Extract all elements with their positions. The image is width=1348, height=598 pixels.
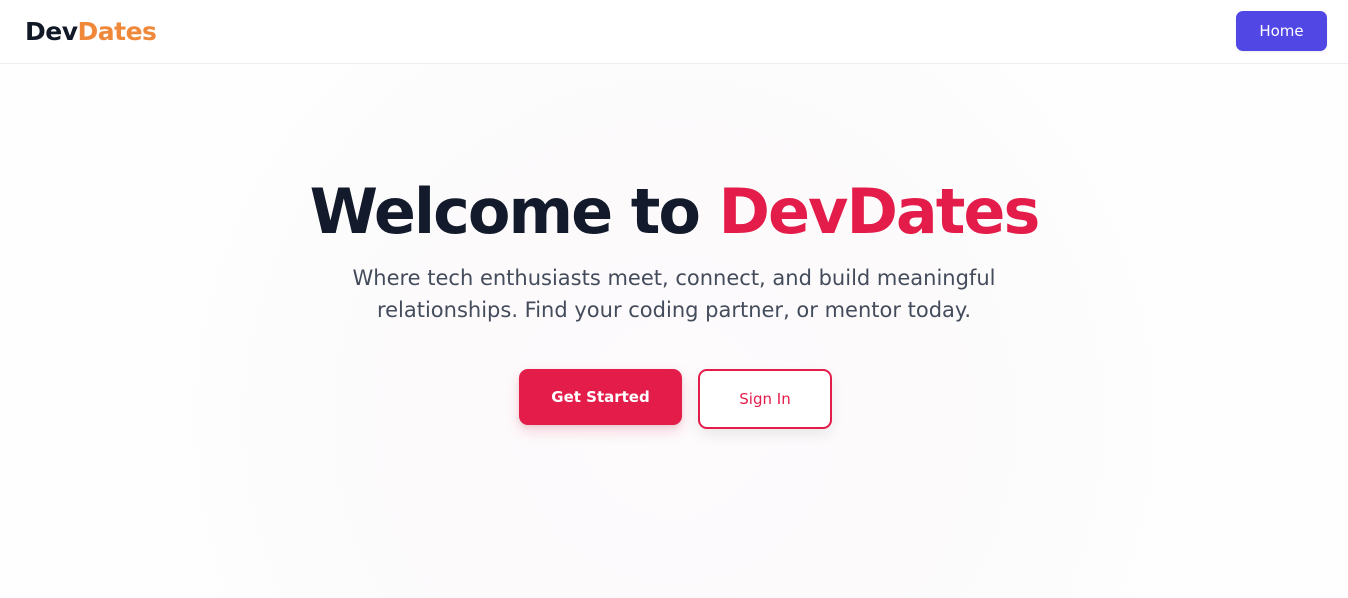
hero-subtitle: Where tech enthusiasts meet, connect, an… bbox=[352, 266, 996, 322]
home-button[interactable]: Home bbox=[1236, 11, 1327, 51]
landing-page: DevDates Home Welcome to DevDates Where … bbox=[0, 0, 1348, 598]
get-started-button[interactable]: Get Started bbox=[519, 369, 682, 425]
hero-title-welcome: Welcome to bbox=[309, 175, 701, 248]
logo-dates-text: Dates bbox=[77, 17, 157, 46]
hero-section: Welcome to DevDates Where tech enthusias… bbox=[0, 64, 1348, 429]
sign-in-button[interactable]: Sign In bbox=[698, 369, 832, 429]
hero-title-brand: DevDates bbox=[718, 175, 1041, 248]
navbar: DevDates Home bbox=[0, 0, 1348, 64]
hero-title: Welcome to DevDates bbox=[0, 174, 1348, 250]
logo[interactable]: DevDates bbox=[25, 17, 157, 47]
cta-buttons: Get Started Sign In bbox=[519, 369, 839, 429]
logo-dev-text: Dev bbox=[25, 17, 78, 46]
